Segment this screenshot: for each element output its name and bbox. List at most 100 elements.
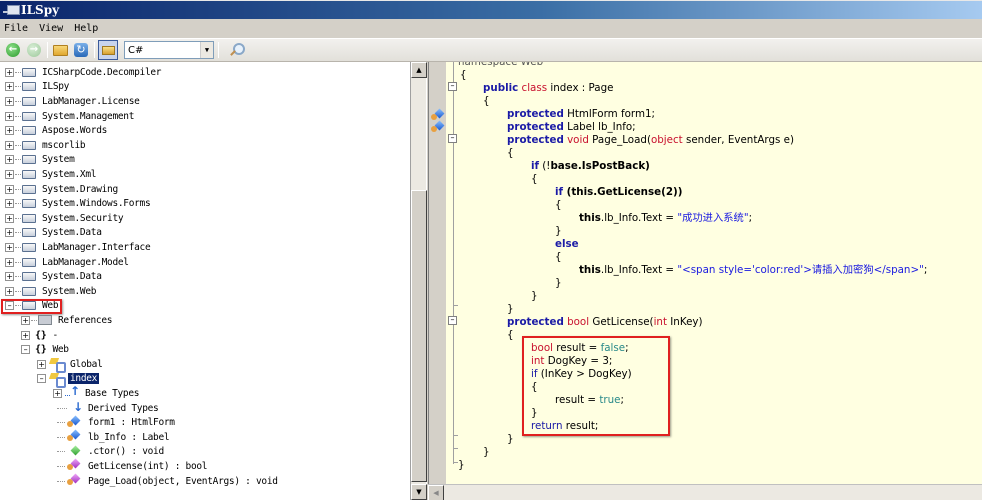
collapse-icon[interactable]: – (21, 345, 30, 355)
expand-icon[interactable]: + (5, 184, 14, 194)
expand-icon[interactable]: + (21, 330, 30, 340)
tree-item-member[interactable]: GetLicense(int) : bool (53, 459, 208, 474)
tree-connector (57, 451, 65, 453)
tree-item-member[interactable]: form1 : HtmlForm (53, 415, 175, 430)
assembly-tree[interactable]: + ICSharpCode.Decompiler + ILSpy + LabManag… (0, 62, 411, 500)
tree-item-label: System.Data (42, 271, 102, 283)
expand-icon[interactable]: + (5, 126, 14, 136)
tree-item-member[interactable]: .ctor() : void (53, 445, 164, 460)
tree-item[interactable]: + ILSpy (5, 80, 69, 95)
tree-item-derived-types[interactable]: Derived Types (53, 400, 159, 416)
code-line: { (483, 95, 490, 107)
assembly-icon (22, 140, 36, 150)
tree-item[interactable]: + System.Security (5, 211, 124, 226)
code-line: if (!base.IsPostBack) (531, 160, 650, 172)
tree-item[interactable]: + System.Web (5, 284, 97, 299)
language-select[interactable]: C# ▼ (124, 41, 214, 59)
fold-collapse-icon[interactable]: – (448, 82, 457, 91)
expand-icon[interactable]: + (5, 257, 14, 267)
scroll-thumb[interactable] (411, 190, 427, 482)
code-line-getlicense-decl: protected bool GetLicense(int InKey) (507, 316, 703, 328)
code-line: { (507, 329, 514, 341)
tree-item[interactable]: + System.Data (5, 226, 102, 241)
expand-icon[interactable]: + (37, 359, 46, 369)
assembly-list-icon (101, 45, 115, 55)
expand-icon[interactable]: + (5, 228, 14, 238)
tree-item[interactable]: + ICSharpCode.Decompiler (5, 65, 162, 80)
tree-item[interactable]: + LabManager.License (5, 94, 140, 109)
expand-icon[interactable]: + (5, 169, 14, 179)
tree-item-member[interactable]: lb_Info : Label (53, 430, 170, 445)
expand-icon[interactable]: + (5, 286, 14, 296)
tree-item-references[interactable]: + References (21, 313, 113, 328)
menu-view[interactable]: View (39, 23, 63, 34)
tree-vertical-scrollbar[interactable]: ▲ ▼ (411, 62, 427, 500)
code-gutter (428, 62, 446, 484)
open-button[interactable] (51, 41, 69, 59)
assembly-icon (22, 213, 36, 223)
tree-item[interactable]: + System.Management (5, 109, 134, 124)
code-line-class-decl: public class index : Page (483, 82, 614, 94)
tree-item[interactable]: + System.Drawing (5, 182, 118, 197)
code-line: } (507, 433, 514, 445)
forward-button[interactable]: → (25, 41, 43, 59)
tree-item[interactable]: + System.Data (5, 269, 102, 284)
tree-item-label: System.Drawing (42, 183, 118, 195)
fold-collapse-icon[interactable]: – (448, 316, 457, 325)
expand-icon[interactable]: + (5, 155, 14, 165)
tree-item[interactable]: + System.Xml (5, 167, 97, 182)
reload-button[interactable]: ↻ (72, 41, 90, 59)
code-editor[interactable]: – – – namespace Web { public class index… (446, 62, 982, 484)
expand-icon[interactable]: + (5, 82, 14, 92)
assembly-icon (22, 199, 36, 209)
tree-item[interactable]: + LabManager.Model (5, 255, 129, 270)
tree-item-label-selected: index (68, 373, 100, 385)
tree-connector (15, 217, 21, 219)
search-icon[interactable] (228, 42, 245, 58)
expand-icon[interactable]: + (5, 96, 14, 106)
chevron-down-icon[interactable]: ▼ (200, 42, 213, 58)
expand-icon[interactable]: + (5, 272, 14, 282)
tree-item-label: ILSpy (42, 81, 70, 93)
constructor-icon (66, 446, 82, 458)
scroll-up-button[interactable]: ▲ (411, 62, 427, 78)
tree-item-namespace-web[interactable]: –{} Web (21, 342, 69, 357)
expand-icon[interactable]: + (5, 140, 14, 150)
forward-arrow-icon: → (27, 43, 41, 57)
tree-item-namespace-empty[interactable]: + {} - (21, 328, 58, 343)
show-assembly-list-button[interactable] (98, 40, 118, 60)
tree-item-class-global[interactable]: + Global (37, 357, 103, 374)
tree-item[interactable]: + LabManager.Interface (5, 240, 151, 255)
collapse-icon[interactable]: – (37, 374, 46, 384)
tree-item-label: System.Data (42, 227, 102, 239)
tree-connector (15, 261, 21, 263)
tree-item[interactable]: + mscorlib (5, 138, 86, 153)
tree-item-member[interactable]: Page_Load(object, EventArgs) : void (53, 474, 278, 489)
expand-icon[interactable]: + (5, 242, 14, 252)
tree-item-class-index[interactable]: – index (37, 372, 100, 388)
tree-item[interactable]: + Aspose.Words (5, 123, 107, 138)
tree-item[interactable]: + System (5, 153, 75, 168)
back-button[interactable]: ← (4, 41, 22, 59)
tree-item[interactable]: + System.Windows.Forms (5, 196, 151, 211)
expand-icon[interactable]: + (53, 388, 62, 398)
scroll-left-button[interactable]: ◀ (428, 485, 444, 500)
expand-icon[interactable]: + (5, 111, 14, 121)
scroll-down-button[interactable]: ▼ (411, 484, 427, 500)
fold-collapse-icon[interactable]: – (448, 134, 457, 143)
tree-connector (57, 436, 65, 438)
menu-file[interactable]: File (4, 23, 28, 34)
assembly-icon (22, 82, 36, 92)
expand-icon[interactable]: + (5, 213, 14, 223)
assembly-icon (22, 272, 36, 282)
expand-icon[interactable]: + (5, 199, 14, 209)
menu-help[interactable]: Help (74, 23, 98, 34)
tree-item-base-types[interactable]: + Base Types (53, 384, 140, 401)
code-line: { (531, 173, 538, 185)
expand-icon[interactable]: + (5, 67, 14, 77)
namespace-icon: {} (35, 344, 47, 356)
highlight-box-web (1, 299, 62, 314)
code-horizontal-scrollbar[interactable]: ◀ (428, 484, 982, 500)
tree-item-label: System.Windows.Forms (42, 198, 151, 210)
expand-icon[interactable]: + (21, 315, 30, 325)
